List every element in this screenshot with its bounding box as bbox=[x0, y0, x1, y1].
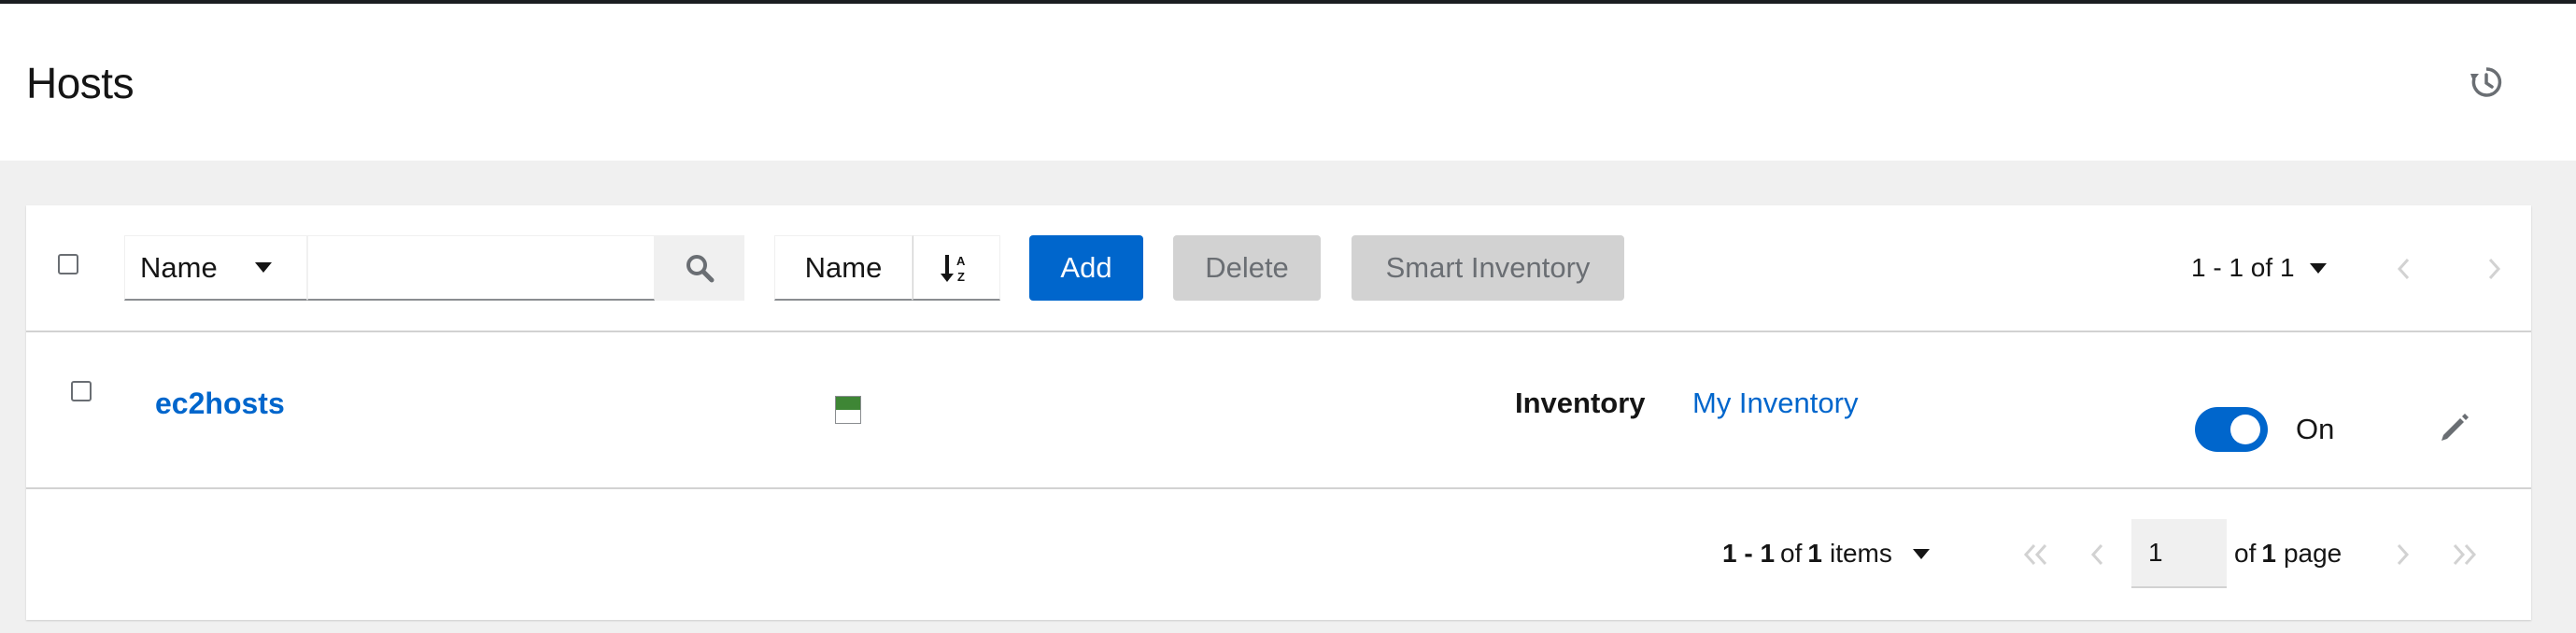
hosts-list-card: Name Name A Z Add Delete Smart Inventory bbox=[26, 205, 2531, 620]
page-title: Hosts bbox=[26, 59, 134, 107]
pagination-footer: 1 - 1 of 1 items of 1 page bbox=[26, 489, 2531, 620]
chevron-right-icon[interactable] bbox=[2393, 542, 2412, 568]
double-chevron-right-icon[interactable] bbox=[2449, 542, 2479, 568]
pencil-icon[interactable] bbox=[2438, 411, 2471, 444]
smart-inventory-button[interactable]: Smart Inventory bbox=[1352, 235, 1624, 301]
enabled-toggle[interactable] bbox=[2195, 407, 2268, 452]
page-label: page bbox=[2283, 539, 2342, 568]
double-chevron-left-icon[interactable] bbox=[2021, 542, 2051, 568]
caret-down-icon bbox=[2309, 262, 2327, 274]
items-label: items bbox=[1829, 539, 1892, 568]
search-input[interactable] bbox=[307, 235, 655, 301]
items-total: 1 bbox=[1807, 539, 1822, 568]
page-count: 1 bbox=[2261, 539, 2276, 568]
sort-direction-button[interactable]: A Z bbox=[913, 235, 1000, 301]
chevron-left-icon[interactable] bbox=[2088, 542, 2107, 568]
chevron-right-icon[interactable] bbox=[2484, 256, 2503, 282]
select-all-checkbox[interactable] bbox=[58, 254, 78, 274]
sort-alpha-down-icon: A Z bbox=[941, 254, 966, 284]
page-count-text: of 1 page bbox=[2234, 534, 2342, 573]
svg-text:Z: Z bbox=[957, 270, 965, 284]
items-range: 1 - 1 bbox=[1722, 539, 1776, 568]
delete-button[interactable]: Delete bbox=[1173, 235, 1321, 301]
svg-text:A: A bbox=[956, 254, 966, 268]
table-row: ec2hosts Inventory My Inventory On bbox=[26, 332, 2531, 489]
search-field-label: Name bbox=[140, 250, 218, 284]
host-name-link[interactable]: ec2hosts bbox=[155, 387, 285, 421]
items-per-page-toggle[interactable]: 1 - 1 of 1 items bbox=[1722, 534, 1930, 573]
current-page-input[interactable] bbox=[2131, 519, 2227, 588]
items-of-label: of bbox=[1780, 539, 1803, 568]
search-icon bbox=[686, 255, 715, 283]
list-toolbar: Name Name A Z Add Delete Smart Inventory bbox=[26, 205, 2531, 332]
search-field-select[interactable]: Name bbox=[124, 235, 307, 301]
caret-down-icon bbox=[1912, 548, 1930, 559]
sort-field-label: Name bbox=[804, 250, 883, 284]
caret-down-icon bbox=[254, 262, 272, 273]
inventory-link[interactable]: My Inventory bbox=[1692, 387, 1858, 420]
search-button[interactable] bbox=[655, 235, 744, 301]
page-header: Hosts bbox=[0, 4, 2576, 161]
pagination-summary: 1 - 1 of 1 bbox=[2191, 253, 2295, 282]
add-button[interactable]: Add bbox=[1029, 235, 1143, 301]
toggle-label: On bbox=[2296, 413, 2335, 445]
inventory-label: Inventory bbox=[1515, 387, 1646, 419]
job-status-icon[interactable] bbox=[835, 396, 861, 424]
pages-of-label: of bbox=[2234, 539, 2257, 568]
chevron-left-icon[interactable] bbox=[2395, 256, 2413, 282]
row-select-checkbox[interactable] bbox=[71, 381, 92, 401]
pagination-toggle[interactable]: 1 - 1 of 1 bbox=[2191, 248, 2327, 288]
sort-field-select[interactable]: Name bbox=[774, 235, 913, 301]
history-icon[interactable] bbox=[2470, 65, 2503, 99]
